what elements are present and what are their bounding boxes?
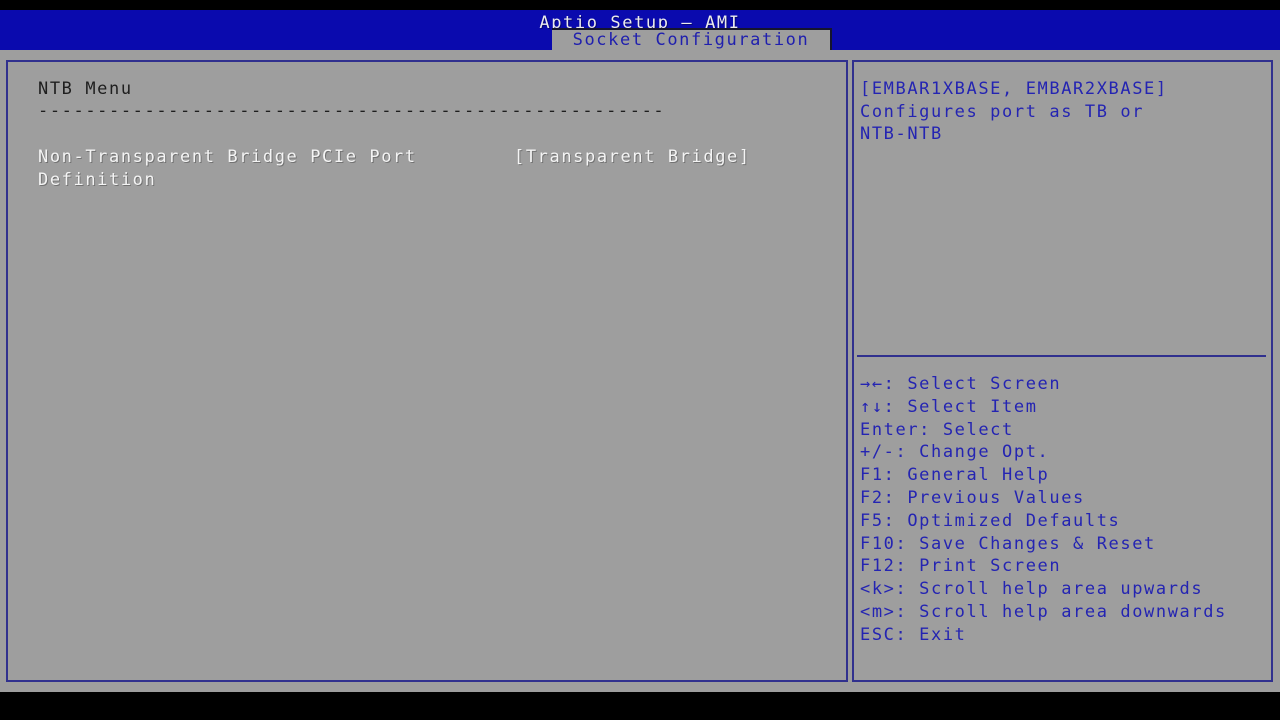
option-label: Non-Transparent Bridge PCIe Port Definit… [38, 146, 498, 192]
key-hint: <m>: Scroll help area downwards [860, 601, 1270, 624]
key-hint: F12: Print Screen [860, 555, 1270, 578]
section-separator: ----------------------------------------… [38, 100, 665, 122]
key-legend: →←: Select Screen ↑↓: Select Item Enter:… [860, 373, 1270, 647]
help-line: Configures port as TB or [860, 101, 1265, 124]
option-ntb-pcie-port-definition[interactable]: Non-Transparent Bridge PCIe Port Definit… [8, 146, 846, 192]
key-hint: +/-: Change Opt. [860, 441, 1270, 464]
key-hint: <k>: Scroll help area upwards [860, 578, 1270, 601]
help-line: NTB-NTB [860, 123, 1265, 146]
key-hint: F5: Optimized Defaults [860, 510, 1270, 533]
key-hint: ↑↓: Select Item [860, 396, 1270, 419]
key-hint: →←: Select Screen [860, 373, 1270, 396]
section-title: NTB Menu [38, 78, 133, 100]
option-value[interactable]: [Transparent Bridge] [514, 146, 751, 168]
help-panel: [EMBAR1XBASE, EMBAR2XBASE] Configures po… [852, 60, 1273, 682]
key-hint: ESC: Exit [860, 624, 1270, 647]
help-description: [EMBAR1XBASE, EMBAR2XBASE] Configures po… [860, 78, 1265, 146]
tab-socket-configuration[interactable]: Socket Configuration [552, 28, 832, 50]
key-hint: F10: Save Changes & Reset [860, 533, 1270, 556]
help-line: [EMBAR1XBASE, EMBAR2XBASE] [860, 78, 1265, 101]
title-bar: Aptio Setup – AMI Socket Configuration [0, 10, 1280, 50]
options-panel: NTB Menu -------------------------------… [6, 60, 848, 682]
key-hint: F2: Previous Values [860, 487, 1270, 510]
bios-setup-screen: Aptio Setup – AMI Socket Configuration N… [0, 0, 1280, 720]
key-hint: Enter: Select [860, 419, 1270, 442]
help-divider [857, 355, 1266, 357]
key-hint: F1: General Help [860, 464, 1270, 487]
